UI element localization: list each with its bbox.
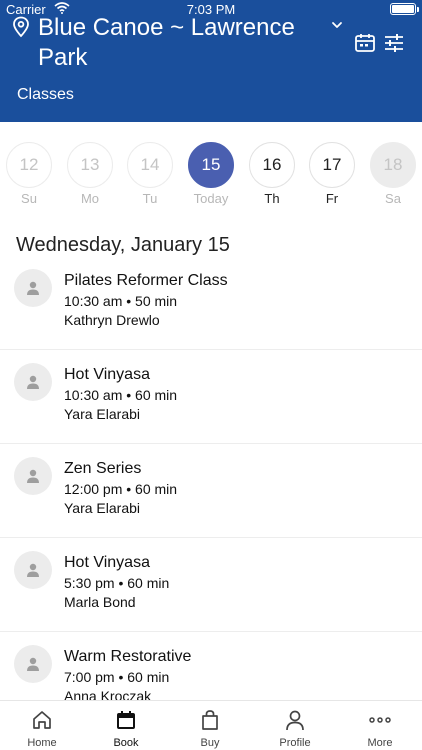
class-instructor: Yara Elarabi (64, 500, 141, 516)
tab-label: Profile (279, 737, 311, 749)
person-placeholder-icon (27, 469, 39, 483)
home-icon (33, 711, 51, 729)
location-pin-icon (13, 16, 29, 38)
class-item[interactable]: Zen Series 12:00 pm • 60 min Yara Elarab… (0, 444, 422, 538)
day-mo[interactable]: 13 Mo (67, 142, 113, 208)
person-placeholder-icon (27, 563, 39, 577)
tab-label: More (367, 737, 393, 749)
class-time: 12:00 pm • 60 min (64, 481, 178, 497)
calendar-picker-icon[interactable] (354, 32, 376, 54)
class-time: 10:30 am • 50 min (64, 293, 178, 309)
tab-home[interactable]: Home (0, 701, 84, 750)
app-screen: Carrier 7:03 PM Blue Canoe ~ Lawrence Pa… (0, 0, 422, 750)
tab-label: Buy (200, 737, 220, 749)
filter-sliders-icon[interactable] (383, 32, 405, 54)
class-item[interactable]: Pilates Reformer Class 10:30 am • 50 min… (0, 256, 422, 350)
person-placeholder-icon (27, 375, 39, 389)
day-today[interactable]: 15 Today (188, 142, 234, 208)
tab-book[interactable]: Book (84, 701, 168, 750)
class-time: 5:30 pm • 60 min (64, 575, 170, 591)
avatar (14, 363, 52, 401)
class-item[interactable]: Hot Vinyasa 10:30 am • 60 min Yara Elara… (0, 350, 422, 444)
person-icon (286, 710, 304, 731)
person-placeholder-icon (27, 657, 39, 671)
class-name: Pilates Reformer Class (64, 272, 228, 289)
class-time: 7:00 pm • 60 min (64, 669, 170, 685)
day-fr[interactable]: 17 Fr (309, 142, 355, 208)
day-number: 17 (309, 142, 355, 188)
day-number: 16 (249, 142, 295, 188)
location-title[interactable]: Blue Canoe ~ Lawrence Park (38, 13, 308, 73)
class-time: 10:30 am • 60 min (64, 387, 178, 403)
day-label: Tu (142, 191, 158, 206)
day-label: Sa (385, 191, 401, 206)
day-number: 15 (188, 142, 234, 188)
avatar (14, 645, 52, 683)
header: Carrier 7:03 PM Blue Canoe ~ Lawrence Pa… (0, 0, 422, 122)
tab-label: Book (113, 737, 139, 749)
tab-label: Home (27, 737, 57, 749)
person-placeholder-icon (27, 281, 39, 295)
class-list: Pilates Reformer Class 10:30 am • 50 min… (0, 256, 422, 700)
day-number: 13 (67, 142, 113, 188)
avatar (14, 457, 52, 495)
day-number: 12 (6, 142, 52, 188)
calendar-icon (117, 711, 135, 729)
class-instructor: Yara Elarabi (64, 406, 141, 422)
date-heading: Wednesday, January 15 (16, 234, 230, 256)
class-item[interactable]: Hot Vinyasa 5:30 pm • 60 min Marla Bond (0, 538, 422, 632)
tab-more[interactable]: More (338, 701, 422, 750)
avatar (14, 269, 52, 307)
avatar (14, 551, 52, 589)
day-tu[interactable]: 14 Tu (127, 142, 173, 208)
day-sa[interactable]: 18 Sa (370, 142, 416, 208)
tab-buy[interactable]: Buy (168, 701, 252, 750)
day-label: Mo (80, 191, 100, 206)
class-instructor: Marla Bond (64, 594, 136, 610)
date-strip: 12 Su 13 Mo 14 Tu 15 Today 16 Th 17 Fr 1… (0, 122, 422, 212)
day-number: 18 (370, 142, 416, 188)
class-name: Hot Vinyasa (64, 554, 150, 571)
day-th[interactable]: 16 Th (249, 142, 295, 208)
day-label: Th (264, 191, 280, 206)
class-instructor: Kathryn Drewlo (64, 312, 160, 328)
class-name: Zen Series (64, 460, 142, 477)
class-instructor: Anna Kroczak (64, 688, 152, 700)
chevron-down-icon[interactable] (330, 20, 344, 30)
bag-icon (202, 710, 218, 730)
day-number: 14 (127, 142, 173, 188)
class-item[interactable]: Warm Restorative 7:00 pm • 60 min Anna K… (0, 632, 422, 700)
section-title: Classes (17, 86, 74, 103)
battery-icon (390, 3, 419, 15)
day-label: Fr (325, 191, 339, 206)
more-icon (369, 717, 391, 723)
class-name: Warm Restorative (64, 648, 192, 665)
tab-bar: Home Book Buy Profile More (0, 700, 422, 750)
day-label: Su (21, 191, 37, 206)
class-name: Hot Vinyasa (64, 366, 150, 383)
day-su[interactable]: 12 Su (6, 142, 52, 208)
day-label: Today (193, 191, 229, 206)
tab-profile[interactable]: Profile (253, 701, 337, 750)
